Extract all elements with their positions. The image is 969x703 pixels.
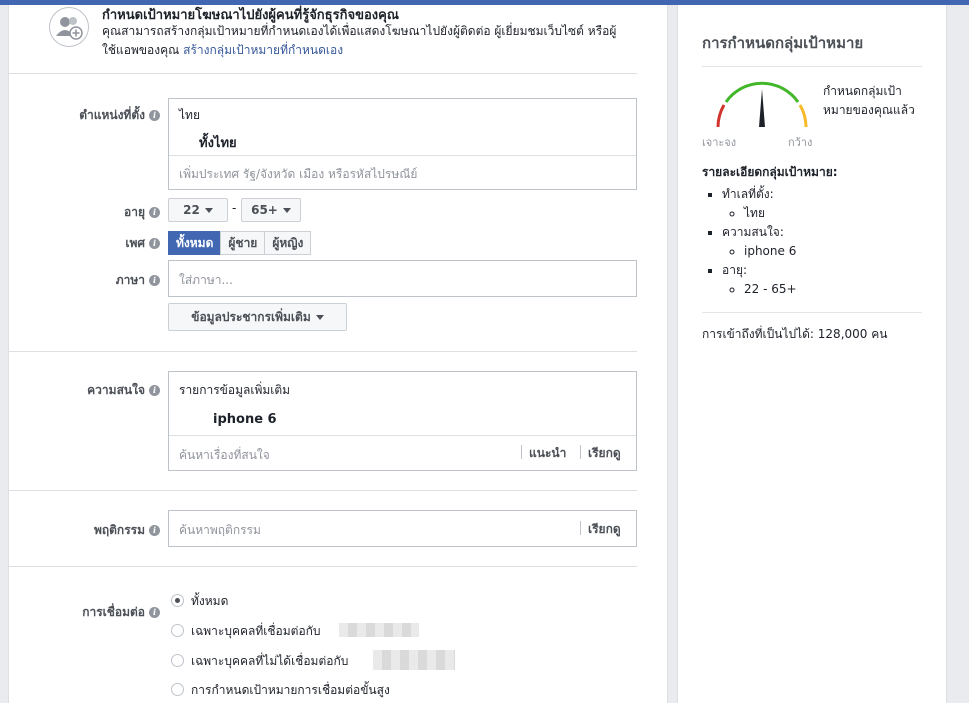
language-label: ภาษา i [116,271,160,290]
behaviors-browse-button[interactable]: เรียกดู [588,520,621,539]
divider [702,66,922,67]
location-selected: ทั้งไทย [199,136,237,151]
detail-item: ความสนใจ: iphone 6 [722,223,797,261]
info-icon[interactable]: i [149,607,160,618]
location-label-text: ตำแหน่งที่ตั้ง [79,108,145,122]
detail-name: ความสนใจ: [722,225,784,239]
detail-value: 22 - 65+ [744,280,797,299]
info-icon[interactable]: i [149,110,160,121]
divider [580,521,581,535]
meter-status-text: กำหนดกลุ่มเป้าหมายของคุณแล้ว [823,84,915,117]
gender-label: เพศ i [125,234,160,253]
connection-not-connected-label: เฉพาะบุคคลที่ไม่ได้เชื่อมต่อกับ [191,654,349,668]
divider [702,312,922,313]
info-icon[interactable]: i [149,275,160,286]
location-box: ไทย ทั้งไทย เพิ่มประเทศ รัฐ/จังหวัด เมือ… [168,98,637,190]
audience-definition-panel: การกำหนดกลุ่มเป้าหมาย เจาะจง กว้าง กำหนด… [677,5,947,703]
chevron-down-icon [315,314,324,320]
divider [580,445,581,459]
connections-label-text: การเชื่อมต่อ [82,605,145,619]
details-title: รายละเอียดกลุ่มเป้าหมาย: [702,165,838,179]
language-placeholder: ใส่ภาษา... [179,273,233,287]
chevron-down-icon [282,207,291,213]
divider [169,155,636,156]
interests-group-title: รายการข้อมูลเพิ่มเติม [179,383,291,397]
meter-right-label: กว้าง [788,136,813,149]
interests-search-input[interactable]: ค้นหาเรื่องที่สนใจ [179,446,270,465]
info-icon[interactable]: i [149,525,160,536]
language-label-text: ภาษา [115,273,145,287]
detail-value: iphone 6 [744,242,797,261]
divider [521,445,522,459]
age-max-value: 65+ [251,203,278,217]
description-text: คุณสามารถสร้างกลุ่มเป้าหมายที่กำหนดเองได… [102,24,617,57]
interests-browse-button[interactable]: เรียกดู [588,444,621,463]
location-search-input[interactable]: เพิ่มประเทศ รัฐ/จังหวัด เมือง หรือรหัสไป… [179,165,417,184]
connections-label: การเชื่อมต่อ i [82,603,160,622]
more-demographics-button[interactable]: ข้อมูลประชากรเพิ่มเติม [168,303,347,331]
connection-all-label: ทั้งหมด [191,594,229,608]
gender-female-button[interactable]: ผู้หญิง [264,231,312,255]
info-icon[interactable]: i [149,238,160,249]
connection-all-radio[interactable] [171,594,184,607]
header-description: คุณสามารถสร้างกลุ่มเป้าหมายที่กำหนดเองได… [102,22,622,60]
interests-label-text: ความสนใจ [87,383,145,397]
detail-value: ไทย [744,204,797,223]
age-separator: - [232,201,237,215]
add-group-icon [49,7,89,47]
sidebar-title: การกำหนดกลุ่มเป้าหมาย [702,34,864,52]
gender-selector: ทั้งหมด ผู้ชาย ผู้หญิง [168,231,312,255]
interest-item: iphone 6 [213,412,277,427]
interests-box: รายการข้อมูลเพิ่มเติม iphone 6 ค้นหาเรื่… [168,371,637,471]
behaviors-search-input[interactable]: ค้นหาพฤติกรรม [179,521,261,540]
behaviors-box: ค้นหาพฤติกรรม เรียกดู [168,510,637,547]
meter-left-label: เจาะจง [702,136,737,149]
age-min-value: 22 [183,203,200,217]
language-input[interactable]: ใส่ภาษา... [168,260,637,297]
interests-label: ความสนใจ i [87,381,160,400]
targeting-panel: กำหนดเป้าหมายโฆษณาไปยังผู้คนที่รู้จักธุร… [8,5,668,703]
age-label-text: อายุ [124,205,145,219]
behaviors-label-text: พฤติกรรม [93,523,145,537]
suggest-button[interactable]: แนะนำ [529,444,566,463]
info-icon[interactable]: i [149,207,160,218]
divider [9,351,637,352]
location-country: ไทย [179,108,200,122]
blurred-page-name [373,650,455,670]
age-max-select[interactable]: 65+ [241,198,301,222]
gender-label-text: เพศ [125,236,145,250]
detail-name: ทำเลที่ตั้ง: [722,187,774,201]
connection-advanced-radio[interactable] [171,683,184,696]
connection-connected-label: เฉพาะบุคคลที่เชื่อมต่อกับ [191,624,321,638]
behaviors-label: พฤติกรรม i [94,521,160,540]
detail-name: อายุ: [722,263,748,277]
connection-connected-radio[interactable] [171,624,184,637]
divider [169,435,636,436]
age-label: อายุ i [124,203,160,222]
divider [9,566,637,567]
connection-advanced-label: การกำหนดเป้าหมายการเชื่อมต่อขั้นสูง [191,683,390,697]
divider [9,490,637,491]
detail-item: อายุ: 22 - 65+ [722,261,797,299]
gender-male-button[interactable]: ผู้ชาย [220,231,266,255]
info-icon[interactable]: i [149,385,160,396]
divider [9,73,637,74]
create-custom-audience-link[interactable]: สร้างกลุ่มเป้าหมายที่กำหนดเอง [183,43,343,57]
chevron-down-icon [204,207,213,213]
connection-not-connected-radio[interactable] [171,654,184,667]
age-min-select[interactable]: 22 [168,198,228,222]
details-list: ทำเลที่ตั้ง: ไทย ความสนใจ: iphone 6 อายุ… [702,185,797,299]
location-label: ตำแหน่งที่ตั้ง i [79,106,160,125]
potential-reach: การเข้าถึงที่เป็นไปได้: 128,000 คน [702,327,888,341]
blurred-page-name [339,623,419,637]
gender-all-button[interactable]: ทั้งหมด [168,231,222,255]
more-demographics-label: ข้อมูลประชากรเพิ่มเติม [191,309,311,324]
detail-item: ทำเลที่ตั้ง: ไทย [722,185,797,223]
audience-meter [716,81,808,128]
